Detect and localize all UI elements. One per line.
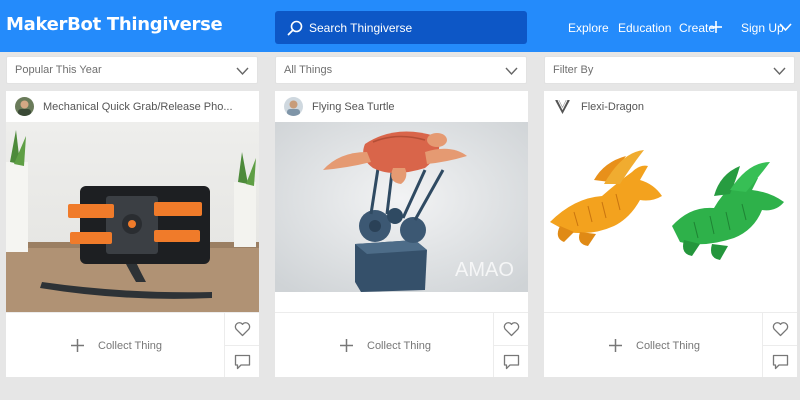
comment-button[interactable] — [493, 345, 528, 377]
search-input[interactable]: Search Thingiverse — [309, 21, 412, 35]
like-button[interactable] — [762, 312, 797, 345]
thing-title[interactable]: Mechanical Quick Grab/Release Pho... — [43, 101, 233, 113]
collect-thing-label: Collect Thing — [367, 340, 431, 352]
chevron-down-icon — [505, 67, 518, 76]
plus-icon — [340, 339, 353, 352]
search-icon — [287, 20, 303, 36]
collect-thing-label: Collect Thing — [636, 340, 700, 352]
card-header: Mechanical Quick Grab/Release Pho... — [6, 91, 259, 122]
collect-thing-button[interactable]: Collect Thing — [275, 312, 493, 377]
nav-explore[interactable]: Explore — [568, 21, 609, 35]
nav-education[interactable]: Education — [618, 21, 671, 35]
category-dropdown[interactable]: All Things — [275, 56, 527, 84]
thing-card: Flying Sea Turtle AMAO Collect Thing — [275, 91, 528, 377]
comment-icon — [772, 354, 789, 370]
like-button[interactable] — [493, 312, 528, 345]
chevron-down-icon[interactable] — [779, 21, 792, 33]
thing-image[interactable]: AMAO — [275, 122, 528, 292]
card-header: Flying Sea Turtle — [275, 91, 528, 122]
nav-sign-up[interactable]: Sign Up — [741, 21, 784, 35]
search-box[interactable]: Search Thingiverse — [275, 11, 527, 44]
creator-avatar[interactable] — [15, 97, 34, 116]
chevron-down-icon — [236, 67, 249, 76]
makerbot-thingiverse-logo[interactable]: MakerBot Thingiverse — [6, 14, 223, 35]
card-header: Flexi-Dragon — [544, 91, 797, 122]
thing-image[interactable] — [544, 122, 797, 265]
sort-dropdown[interactable]: Popular This Year — [6, 56, 258, 84]
thing-card: Flexi-Dragon Collect Thing — [544, 91, 797, 377]
comment-button[interactable] — [762, 345, 797, 377]
thing-image[interactable] — [6, 122, 259, 312]
sort-dropdown-value: Popular This Year — [15, 64, 102, 76]
thing-title[interactable]: Flying Sea Turtle — [312, 101, 395, 113]
collect-thing-button[interactable]: Collect Thing — [6, 312, 224, 377]
watermark-text: AMAO — [455, 259, 514, 281]
heart-icon — [234, 322, 251, 337]
top-header: MakerBot Thingiverse Search Thingiverse … — [0, 0, 800, 52]
thing-title[interactable]: Flexi-Dragon — [581, 101, 644, 113]
collect-thing-button[interactable]: Collect Thing — [544, 312, 762, 377]
thing-card: Mechanical Quick Grab/Release Pho... Col… — [6, 91, 259, 377]
plus-icon — [609, 339, 622, 352]
comment-icon — [234, 354, 251, 370]
comment-button[interactable] — [224, 345, 259, 377]
heart-icon — [772, 322, 789, 337]
creator-avatar[interactable] — [284, 97, 303, 116]
category-dropdown-value: All Things — [284, 64, 333, 76]
comment-icon — [503, 354, 520, 370]
like-button[interactable] — [224, 312, 259, 345]
plus-icon — [71, 339, 84, 352]
collect-thing-label: Collect Thing — [98, 340, 162, 352]
chevron-down-icon — [773, 67, 786, 76]
creator-avatar[interactable] — [553, 97, 572, 116]
filter-by-dropdown-value: Filter By — [553, 64, 594, 76]
plus-icon[interactable] — [709, 20, 723, 34]
heart-icon — [503, 322, 520, 337]
filter-by-dropdown[interactable]: Filter By — [544, 56, 795, 84]
